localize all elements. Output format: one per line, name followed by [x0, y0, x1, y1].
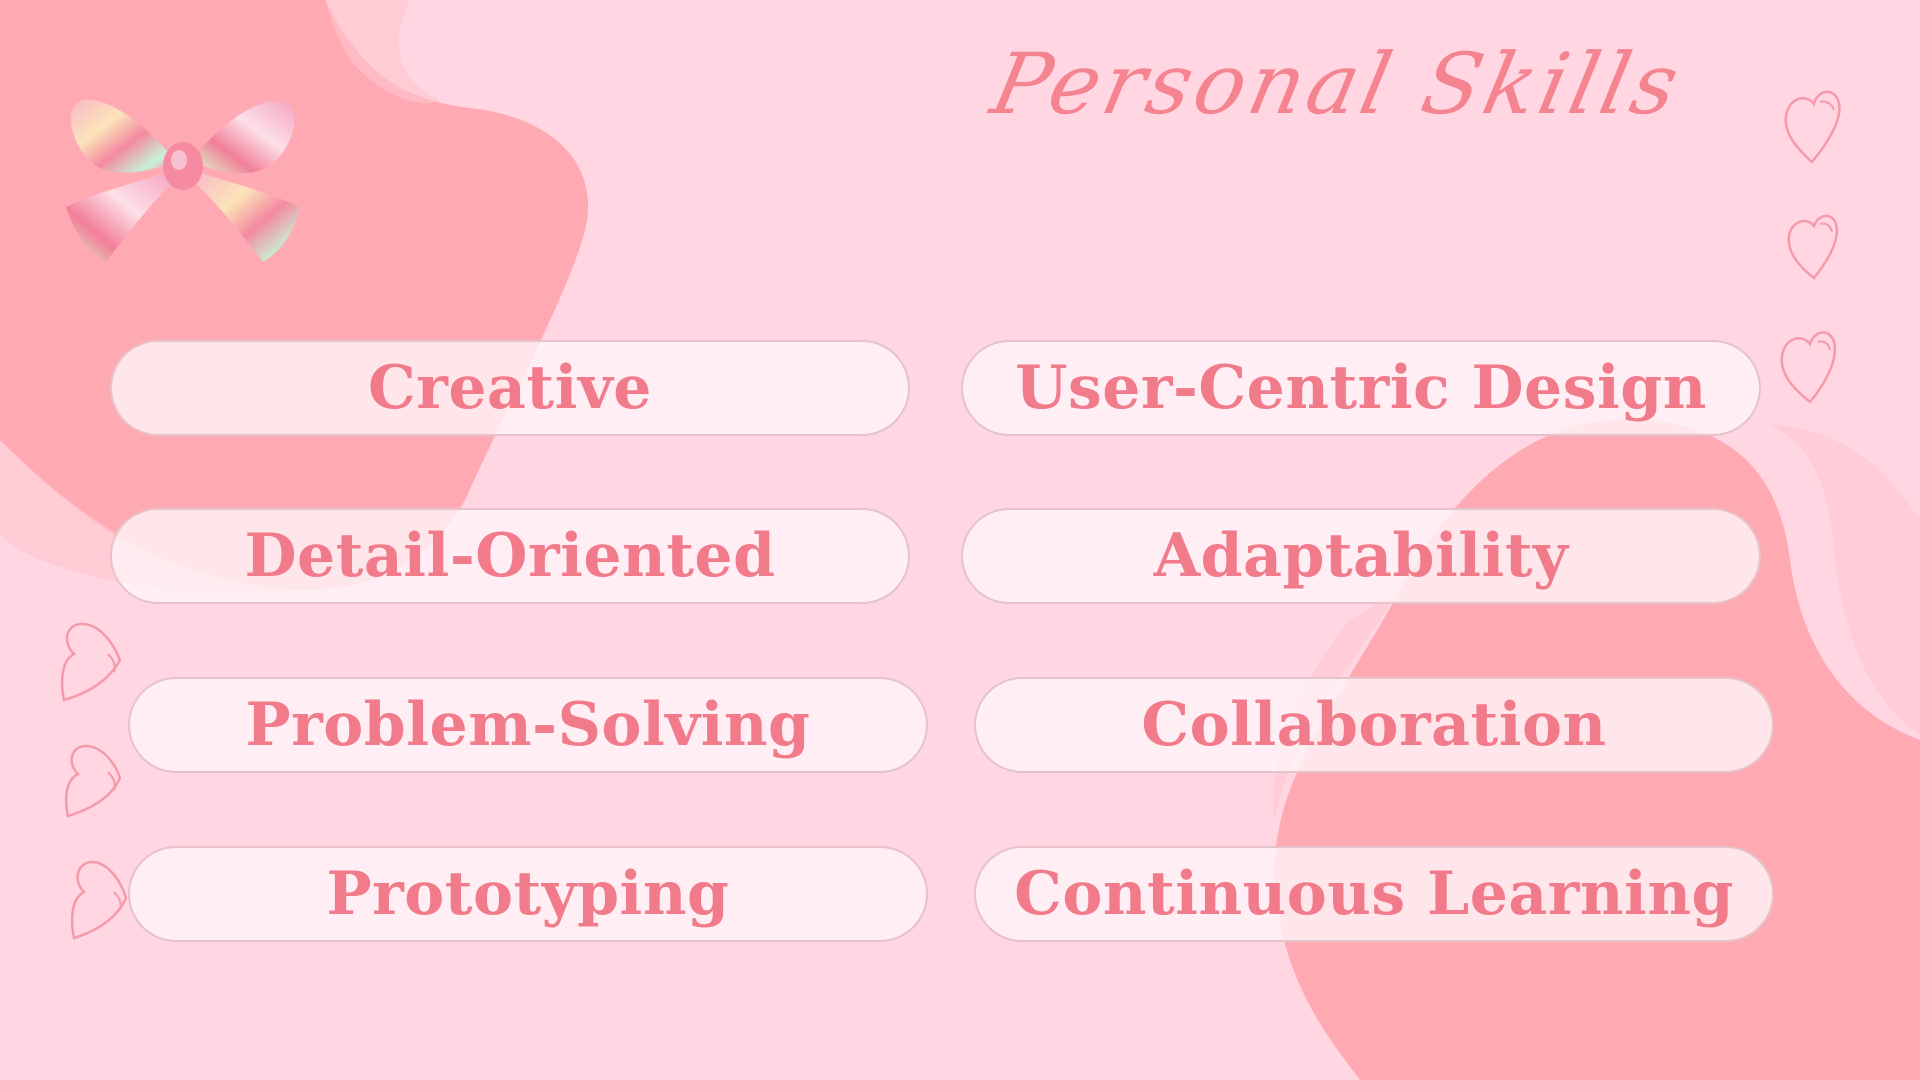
skill-label: Collaboration — [1141, 690, 1607, 760]
page-title: Personal Skills — [983, 35, 1691, 133]
skill-pill-user-centric-design: User-Centric Design — [961, 340, 1761, 436]
heart-icon — [1784, 90, 1841, 164]
skill-label: Problem-Solving — [245, 690, 811, 760]
skill-label: Continuous Learning — [1014, 859, 1734, 929]
bow-icon — [66, 99, 300, 262]
skill-label: Adaptability — [1153, 521, 1569, 591]
heart-icon — [70, 860, 128, 940]
heart-icon — [1787, 214, 1839, 280]
heart-icon — [64, 744, 122, 818]
skill-label: Prototyping — [326, 859, 730, 929]
skill-pill-adaptability: Adaptability — [961, 508, 1761, 604]
heart-icon — [1780, 331, 1837, 404]
skill-pill-problem-solving: Problem-Solving — [128, 677, 928, 773]
skill-pill-creative: Creative — [110, 340, 910, 436]
skill-label: Detail-Oriented — [244, 521, 776, 591]
skill-label: User-Centric Design — [1015, 353, 1707, 423]
skill-pill-detail-oriented: Detail-Oriented — [110, 508, 910, 604]
skill-pill-prototyping: Prototyping — [128, 846, 928, 942]
skill-pill-continuous-learning: Continuous Learning — [974, 846, 1774, 942]
skill-pill-collaboration: Collaboration — [974, 677, 1774, 773]
skill-label: Creative — [368, 353, 652, 423]
heart-icon — [60, 622, 122, 702]
